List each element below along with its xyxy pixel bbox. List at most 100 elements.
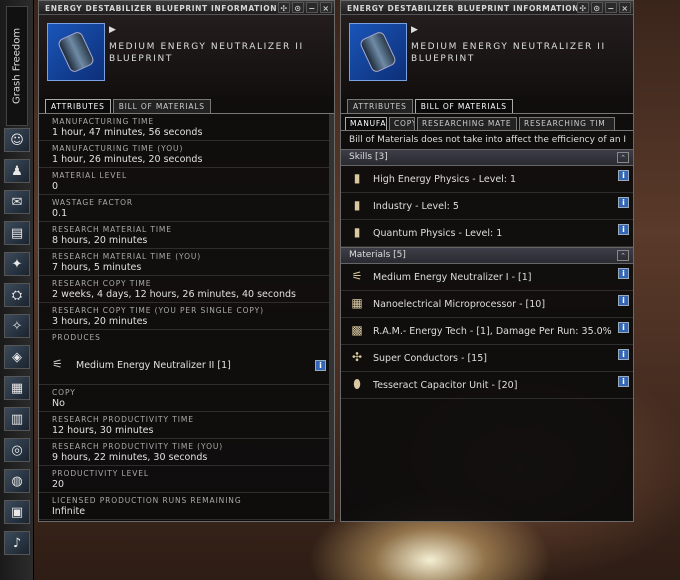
help-button[interactable]: ◎ bbox=[4, 438, 30, 462]
mail-button[interactable]: ✉ bbox=[4, 190, 30, 214]
info-icon[interactable]: i bbox=[618, 268, 629, 279]
notepad-icon: ▤ bbox=[10, 225, 24, 241]
attribute-value: 9 hours, 22 minutes, 30 seconds bbox=[52, 452, 208, 463]
subtab-researching-material[interactable]: RESEARCHING MATE bbox=[417, 117, 517, 130]
assets-icon: ◈ bbox=[12, 349, 22, 365]
attribute-label: RESEARCH COPY TIME (YOU PER SINGLE COPY) bbox=[52, 306, 264, 315]
notepad-button[interactable]: ▤ bbox=[4, 221, 30, 245]
attribute-label: MATERIAL LEVEL bbox=[52, 171, 128, 180]
scrollbar[interactable] bbox=[329, 114, 334, 519]
info-icon[interactable]: i bbox=[618, 349, 629, 360]
material-icon: ▦ bbox=[351, 296, 363, 310]
material-row[interactable]: ▩ R.A.M.- Energy Tech - [1], Damage Per R… bbox=[341, 318, 633, 345]
collapse-icon[interactable]: ⌃ bbox=[617, 250, 629, 261]
item-header: ▶ MEDIUM ENERGY NEUTRALIZER II BLUEPRINT bbox=[39, 15, 334, 97]
starmap-button[interactable]: ✧ bbox=[4, 314, 30, 338]
info-icon[interactable]: i bbox=[618, 376, 629, 387]
journal-button[interactable]: ▣ bbox=[4, 500, 30, 524]
window-title: ENERGY DESTABILIZER BLUEPRINT INFORMATIO… bbox=[45, 4, 278, 13]
skills-header-label: Skills [3] bbox=[349, 152, 388, 162]
item-name: MEDIUM ENERGY NEUTRALIZER II BLUEPRINT bbox=[109, 42, 304, 64]
calculator-button[interactable]: ▥ bbox=[4, 407, 30, 431]
attributes-list: MANUFACTURING TIME 1 hour, 47 minutes, 56… bbox=[39, 113, 334, 520]
item-name: MEDIUM ENERGY NEUTRALIZER II BLUEPRINT bbox=[411, 42, 606, 64]
attribute-value: 0.1 bbox=[52, 208, 68, 219]
expand-arrow-icon[interactable]: ▶ bbox=[109, 25, 116, 35]
material-row[interactable]: ▦ Nanoelectrical Microprocessor - [10] i bbox=[341, 291, 633, 318]
skill-row[interactable]: ▮ Industry - Level: 5 i bbox=[341, 193, 633, 220]
collapse-icon[interactable]: ⌃ bbox=[617, 152, 629, 163]
window-titlebar[interactable]: ENERGY DESTABILIZER BLUEPRINT INFORMATIO… bbox=[39, 1, 334, 15]
skill-row[interactable]: ▮ High Energy Physics - Level: 1 i bbox=[341, 166, 633, 193]
blueprint-icon[interactable] bbox=[349, 23, 407, 81]
info-window-bill-of-materials: ENERGY DESTABILIZER BLUEPRINT INFORMATIO… bbox=[340, 0, 634, 522]
attribute-value: 20 bbox=[52, 479, 65, 490]
item-header: ▶ MEDIUM ENERGY NEUTRALIZER II BLUEPRINT bbox=[341, 15, 633, 97]
material-row[interactable]: ✣ Super Conductors - [15] i bbox=[341, 345, 633, 372]
attribute-row: WASTAGE FACTOR 0.1 bbox=[39, 195, 334, 222]
attribute-label: RESEARCH PRODUCTIVITY TIME (YOU) bbox=[52, 442, 224, 451]
browser-icon: ◍ bbox=[11, 473, 23, 489]
attribute-label: RESEARCH MATERIAL TIME (YOU) bbox=[52, 252, 202, 261]
wallet-button[interactable]: ▦ bbox=[4, 376, 30, 400]
corporation-button[interactable]: ⛭ bbox=[4, 283, 30, 307]
produces-item-name: Medium Energy Neutralizer II [1] bbox=[76, 359, 231, 371]
attribute-label: MANUFACTURING TIME (YOU) bbox=[52, 144, 184, 153]
tab-attributes[interactable]: ATTRIBUTES bbox=[45, 99, 111, 113]
info-icon[interactable]: i bbox=[618, 197, 629, 208]
attribute-value: 8 hours, 20 minutes bbox=[52, 235, 148, 246]
material-row[interactable]: ⬮ Tesseract Capacitor Unit - [20] i bbox=[341, 372, 633, 399]
produces-item[interactable]: ⚟ Medium Energy Neutralizer II [1] i bbox=[52, 354, 326, 376]
tab-bill-of-materials[interactable]: BILL OF MATERIALS bbox=[112, 99, 211, 113]
info-icon[interactable]: i bbox=[315, 359, 326, 371]
tab-attributes[interactable]: ATTRIBUTES bbox=[347, 99, 413, 113]
expand-arrow-icon[interactable]: ▶ bbox=[411, 25, 418, 35]
material-name: Tesseract Capacitor Unit - [20] bbox=[373, 379, 518, 391]
tutorial-icon: ♪ bbox=[12, 535, 22, 551]
character-name[interactable]: Grash Freedom bbox=[6, 6, 28, 126]
assets-button[interactable]: ◈ bbox=[4, 345, 30, 369]
tab-bill-of-materials[interactable]: BILL OF MATERIALS bbox=[414, 99, 513, 113]
browser-button[interactable]: ◍ bbox=[4, 469, 30, 493]
material-icon: ▩ bbox=[351, 323, 363, 337]
materials-header-label: Materials [5] bbox=[349, 250, 406, 260]
options-button[interactable]: ⊙ bbox=[591, 2, 603, 13]
attribute-row: COPY No bbox=[39, 385, 334, 412]
info-icon[interactable]: i bbox=[618, 322, 629, 333]
starmap-icon: ✧ bbox=[11, 318, 23, 334]
character-button[interactable]: ☺ bbox=[4, 128, 30, 152]
material-row[interactable]: ⚟ Medium Energy Neutralizer I - [1] i bbox=[341, 264, 633, 291]
options-button[interactable]: ⊙ bbox=[292, 2, 304, 13]
corporation-icon: ⛭ bbox=[11, 287, 23, 303]
material-name: Medium Energy Neutralizer I - [1] bbox=[373, 271, 532, 283]
materials-group-header[interactable]: Materials [5] ⌃ bbox=[341, 247, 633, 264]
subtab-copy[interactable]: COPY bbox=[389, 117, 415, 130]
info-icon[interactable]: i bbox=[618, 295, 629, 306]
attribute-label: PRODUCTIVITY LEVEL bbox=[52, 469, 149, 478]
skills-group-header[interactable]: Skills [3] ⌃ bbox=[341, 149, 633, 166]
subtab-researching-time[interactable]: RESEARCHING TIM bbox=[519, 117, 615, 130]
subtab-manufacturing[interactable]: MANUFA bbox=[345, 117, 387, 130]
pin-button[interactable]: ✣ bbox=[577, 2, 589, 13]
tutorial-button[interactable]: ♪ bbox=[4, 531, 30, 555]
pin-button[interactable]: ✣ bbox=[278, 2, 290, 13]
blueprint-icon[interactable] bbox=[47, 23, 105, 81]
attribute-row: RESEARCH PRODUCTIVITY TIME (YOU) 9 hours,… bbox=[39, 439, 334, 466]
attribute-value: 7 hours, 5 minutes bbox=[52, 262, 142, 273]
skillbook-icon: ▮ bbox=[353, 198, 361, 212]
minimize-button[interactable]: − bbox=[306, 2, 318, 13]
attribute-value: No bbox=[52, 398, 65, 409]
close-button[interactable]: × bbox=[619, 2, 631, 13]
minimize-button[interactable]: − bbox=[605, 2, 617, 13]
journal-icon: ▣ bbox=[10, 504, 24, 520]
info-icon[interactable]: i bbox=[618, 170, 629, 181]
attribute-row: RESEARCH MATERIAL TIME (YOU) 7 hours, 5 m… bbox=[39, 249, 334, 276]
map-button[interactable]: ✦ bbox=[4, 252, 30, 276]
bom-note: Bill of Materials does not take into aff… bbox=[349, 135, 627, 145]
skill-row[interactable]: ▮ Quantum Physics - Level: 1 i bbox=[341, 220, 633, 247]
skillbook-icon: ▮ bbox=[353, 225, 361, 239]
info-icon[interactable]: i bbox=[618, 224, 629, 235]
people-button[interactable]: ♟ bbox=[4, 159, 30, 183]
close-button[interactable]: × bbox=[320, 2, 332, 13]
window-titlebar[interactable]: ENERGY DESTABILIZER BLUEPRINT INFORMATIO… bbox=[341, 1, 633, 15]
